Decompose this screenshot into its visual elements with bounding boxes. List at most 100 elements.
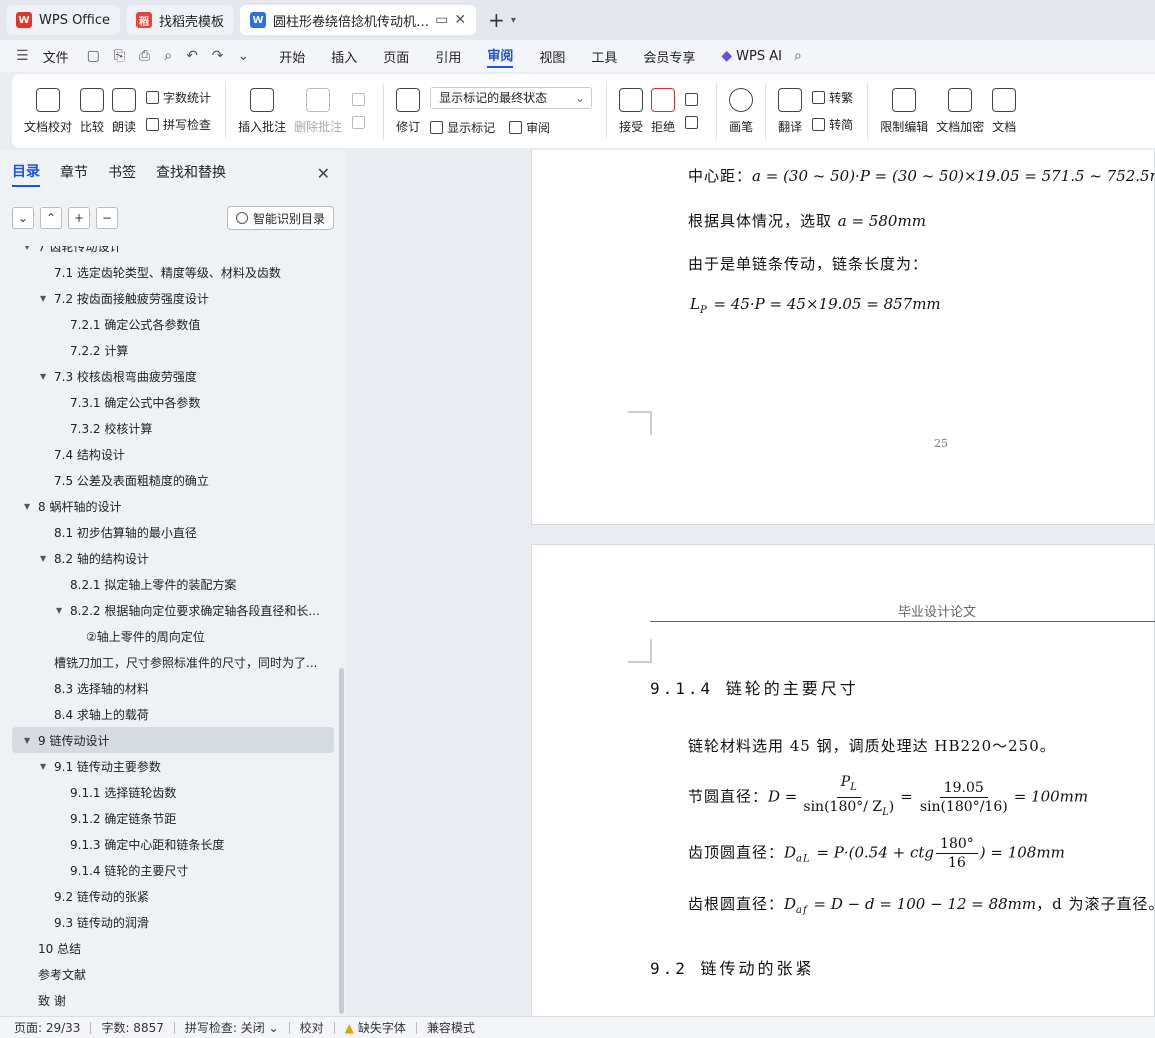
toc-item[interactable]: 9.1.3 确定中心距和链条长度 (0, 831, 340, 857)
smart-toc-button[interactable]: 智能识别目录 (226, 206, 334, 230)
compare-button[interactable]: 比较 (80, 87, 104, 135)
pen-button[interactable]: 画笔 (729, 87, 753, 135)
print-icon[interactable]: ⎙ (139, 48, 150, 64)
save-icon[interactable]: ▢ (87, 48, 100, 64)
search-icon[interactable]: ⌕ (794, 48, 802, 64)
tab-docer[interactable]: 稻 找稻壳模板 (126, 5, 235, 35)
toc-item[interactable]: ▼ 9 链传动设计 (12, 727, 334, 753)
menu-member[interactable]: 会员专享 (643, 47, 695, 66)
toc-item[interactable]: 7.5 公差及表面粗糙度的确立 (0, 467, 340, 493)
toc-item[interactable]: 7.2.1 确定公式各参数值 (0, 311, 340, 337)
toc-item[interactable]: 9.1.4 链轮的主要尺寸 (0, 857, 340, 883)
expand-toggle-icon[interactable]: ▼ (40, 762, 54, 771)
tab-toc[interactable]: 目录 (12, 161, 40, 187)
expand-toggle-icon[interactable]: ▼ (24, 502, 38, 511)
remove-heading-icon[interactable]: − (96, 207, 118, 229)
expand-toggle-icon[interactable]: ▼ (56, 606, 70, 615)
page-indicator[interactable]: 页面: 29/33 (14, 1019, 80, 1036)
tab-chapters[interactable]: 章节 (60, 162, 88, 186)
review-pane-button[interactable]: 审阅 (509, 119, 550, 136)
proof-status[interactable]: 校对 (300, 1019, 324, 1036)
menu-file[interactable]: 文件 (43, 47, 69, 66)
prev-revision-button[interactable] (685, 93, 702, 106)
menu-page[interactable]: 页面 (383, 47, 409, 66)
close-tab-icon[interactable]: ✕ (454, 12, 466, 28)
menu-home[interactable]: 开始 (279, 47, 305, 66)
toc-item[interactable]: 9.1.2 确定链条节距 (0, 805, 340, 831)
toc-item[interactable]: 7.3.2 校核计算 (0, 415, 340, 441)
undo-icon[interactable]: ↶ (186, 48, 198, 64)
reject-button[interactable]: 拒绝 (651, 87, 675, 135)
expand-toggle-icon[interactable]: ▼ (40, 554, 54, 563)
accept-button[interactable]: 接受 (619, 87, 643, 135)
tab-find-replace[interactable]: 查找和替换 (156, 162, 226, 186)
toc-item[interactable]: ▼ 7 齿轮传动设计 (0, 246, 340, 259)
toc-item[interactable]: ▼ 8 蜗杆轴的设计 (0, 493, 340, 519)
monitor-icon[interactable]: ▭ (435, 12, 448, 28)
toc-item[interactable]: 10 总结 (0, 935, 340, 961)
toc-item[interactable]: ▼ 8.2 轴的结构设计 (0, 545, 340, 571)
revise-button[interactable]: 修订 (396, 87, 420, 135)
display-mode-select[interactable]: 显示标记的最终状态 ⌄ (430, 86, 593, 109)
toc-item[interactable]: 7.2.2 计算 (0, 337, 340, 363)
toc-item[interactable]: 9.3 链传动的润滑 (0, 909, 340, 935)
expand-icon[interactable]: ⌃ (40, 207, 62, 229)
toc-item[interactable]: 9.1.1 选择链轮齿数 (0, 779, 340, 805)
spell-check-button[interactable]: 拼写检查 (146, 116, 211, 133)
toc-item[interactable]: ②轴上零件的周向定位 (0, 623, 340, 649)
toc-item[interactable]: 8.3 选择轴的材料 (0, 675, 340, 701)
redo-icon[interactable]: ↷ (212, 48, 224, 64)
prev-comment-button[interactable] (352, 93, 369, 106)
translate-button[interactable]: 翻译 (778, 87, 802, 135)
toc-item[interactable]: ▼ 7.2 按齿面接触疲劳强度设计 (0, 285, 340, 311)
menu-insert[interactable]: 插入 (331, 47, 357, 66)
close-pane-icon[interactable]: ✕ (317, 164, 330, 183)
toc-item[interactable]: 7.4 结构设计 (0, 441, 340, 467)
toc-item[interactable]: 8.2.1 拟定轴上零件的装配方案 (0, 571, 340, 597)
export-icon[interactable]: ⎘ (114, 48, 125, 64)
tab-wps-office[interactable]: W WPS Office (6, 5, 121, 35)
menu-view[interactable]: 视图 (539, 47, 565, 66)
next-comment-button[interactable] (352, 116, 369, 129)
word-count-indicator[interactable]: 字数: 8857 (101, 1019, 163, 1036)
tab-bookmarks[interactable]: 书签 (108, 162, 136, 186)
next-revision-button[interactable] (685, 116, 702, 129)
toc-item[interactable]: 参考文献 (0, 961, 340, 987)
menu-reference[interactable]: 引用 (435, 47, 461, 66)
menu-wps-ai[interactable]: WPS AI (736, 49, 782, 64)
to-simplified-button[interactable]: 转简 (812, 116, 853, 133)
insert-comment-button[interactable]: 插入批注 (238, 87, 286, 135)
restrict-edit-button[interactable]: 限制编辑 (880, 87, 928, 135)
doc-more-button[interactable]: 文档 (992, 87, 1016, 135)
toc-item[interactable]: 7.1 选定齿轮类型、精度等级、材料及齿数 (0, 259, 340, 285)
toc-item[interactable]: ▼ 9.1 链传动主要参数 (0, 753, 340, 779)
spell-check-status[interactable]: 拼写检查: 关闭 ⌄ (185, 1019, 279, 1036)
toc-item[interactable]: 致 谢 (0, 987, 340, 1013)
delete-comment-button[interactable]: 删除批注 (294, 87, 342, 135)
menu-tools[interactable]: 工具 (591, 47, 617, 66)
collapse-icon[interactable]: ⌄ (12, 207, 34, 229)
add-heading-icon[interactable]: + (68, 207, 90, 229)
read-aloud-button[interactable]: 朗读 (112, 87, 136, 135)
chevron-down-icon[interactable]: ⌄ (238, 48, 250, 64)
proofread-button[interactable]: 文档校对 (24, 87, 72, 135)
toc-item[interactable]: 8.4 求轴上的载荷 (0, 701, 340, 727)
word-count-button[interactable]: 字数统计 (146, 89, 211, 106)
to-traditional-button[interactable]: 转繁 (812, 89, 853, 106)
toc-item[interactable]: 槽铣刀加工，尺寸参照标准件的尺寸，同时为了... (0, 649, 340, 675)
expand-toggle-icon[interactable]: ▼ (40, 294, 54, 303)
print-preview-icon[interactable]: ⌕ (164, 48, 172, 64)
toc-item[interactable]: ▼ 7.3 校核齿根弯曲疲劳强度 (0, 363, 340, 389)
expand-toggle-icon[interactable]: ▼ (24, 246, 38, 251)
toc-item[interactable]: ▼ 8.2.2 根据轴向定位要求确定轴各段直径和长... (0, 597, 340, 623)
missing-font-status[interactable]: ▲ 缺失字体 (345, 1019, 406, 1036)
encrypt-button[interactable]: 文档加密 (936, 87, 984, 135)
toc-scrollbar[interactable] (339, 668, 344, 1014)
menu-review[interactable]: 审阅 (487, 45, 514, 68)
expand-toggle-icon[interactable]: ▼ (40, 372, 54, 381)
new-tab-icon[interactable]: + (488, 8, 505, 32)
show-marks-button[interactable]: 显示标记 (430, 119, 495, 136)
tab-document[interactable]: W 圆柱形卷绕倍捻机传动机构机械 ▭ ✕ (240, 5, 477, 35)
toc-item[interactable]: 7.3.1 确定公式中各参数 (0, 389, 340, 415)
toc-item[interactable]: 8.1 初步估算轴的最小直径 (0, 519, 340, 545)
